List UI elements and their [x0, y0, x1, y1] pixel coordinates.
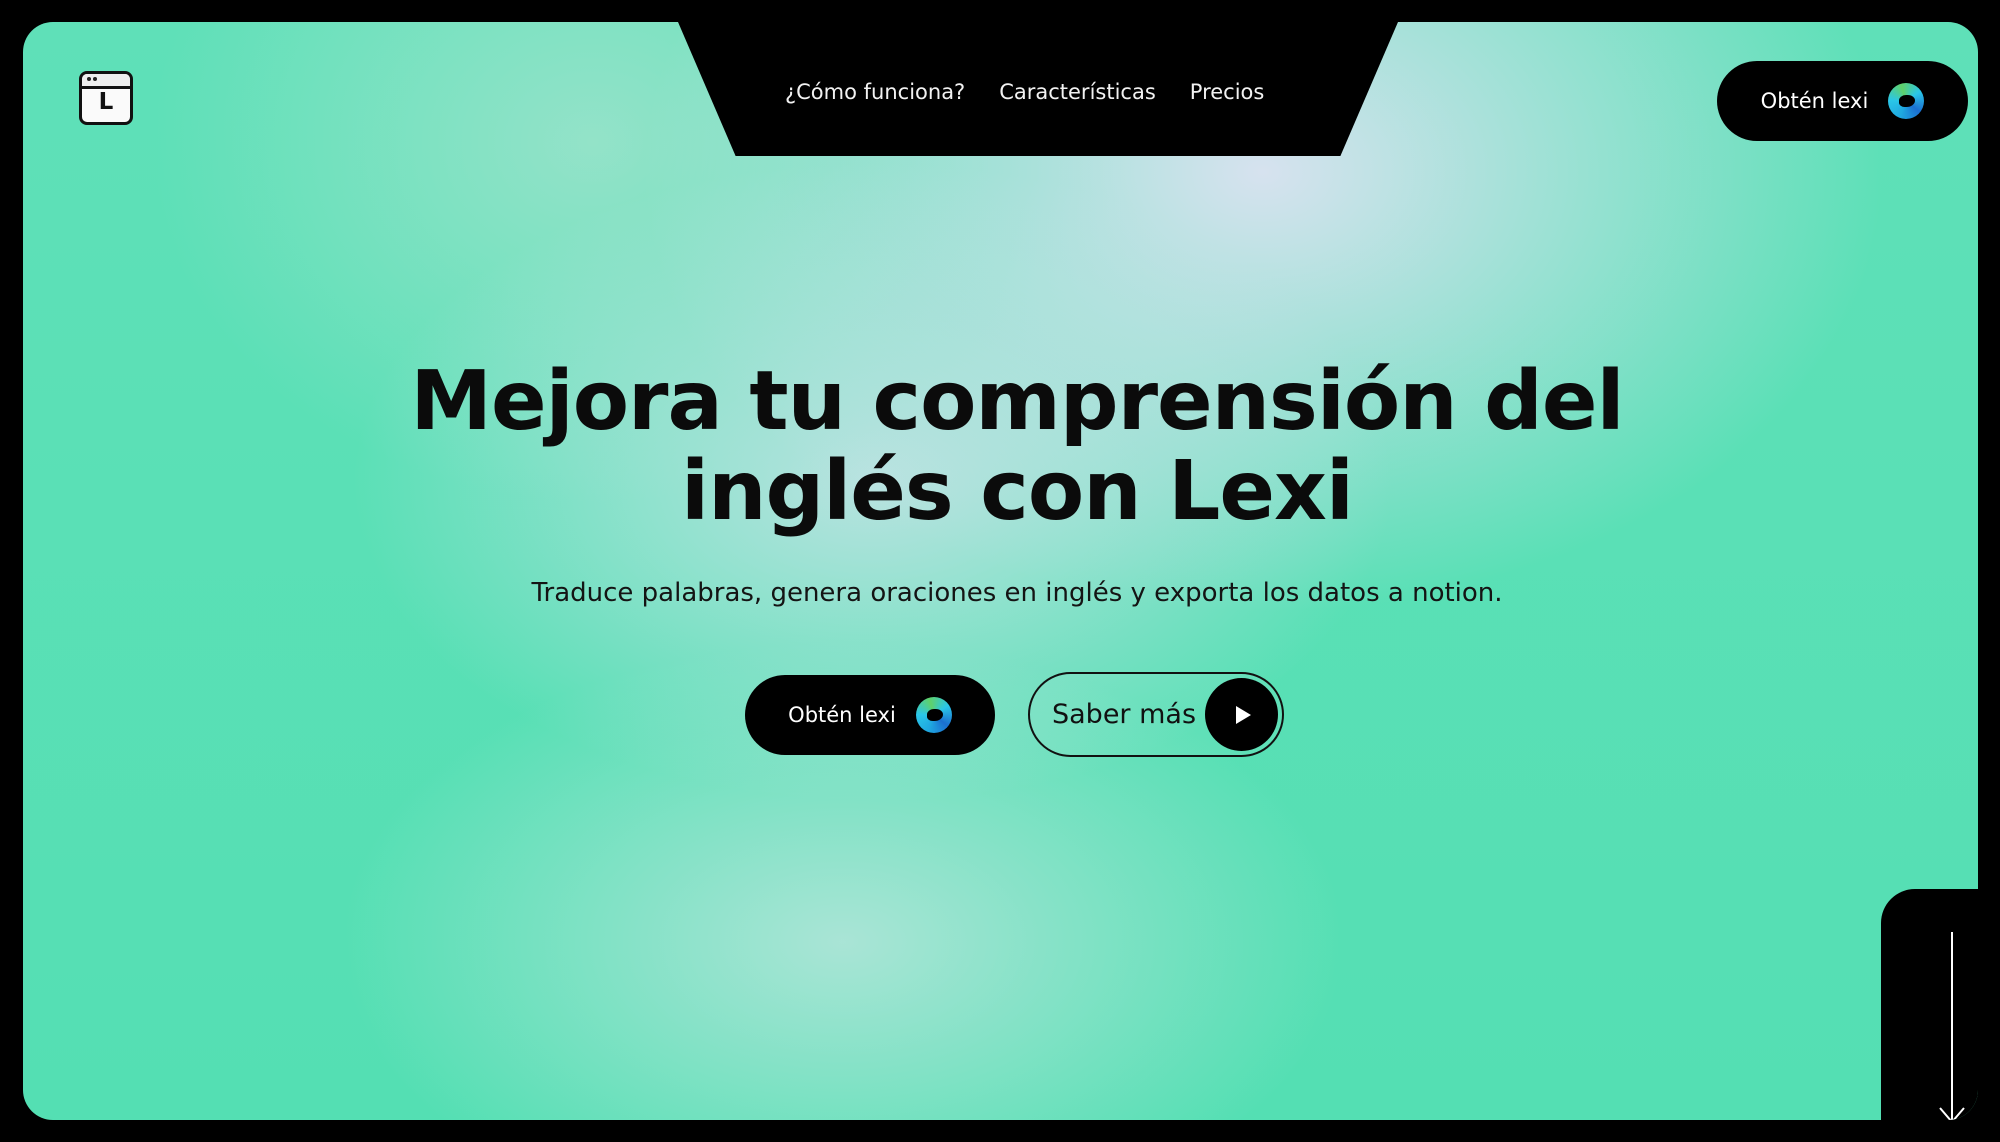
learn-more-button[interactable]: Saber más [1028, 672, 1284, 757]
nav-item-como-funciona[interactable]: ¿Cómo funciona? [785, 80, 965, 104]
hero-headline-line-2: inglés con Lexi [681, 444, 1354, 539]
hero-get-lexi-label: Obtén lexi [788, 703, 896, 727]
nav-item-caracteristicas[interactable]: Características [999, 80, 1156, 104]
logo-window-bar [82, 74, 130, 89]
logo-dot [93, 77, 97, 81]
logo-letter: L [98, 89, 114, 115]
edge-browser-icon [1888, 83, 1925, 119]
page-frame: L ¿Cómo funciona? Características Precio… [0, 0, 2000, 1142]
hero-headline: Mejora tu comprensión del inglés con Lex… [23, 357, 1978, 537]
learn-more-label: Saber más [1052, 699, 1197, 730]
play-icon [1205, 678, 1278, 751]
logo-dot [87, 77, 91, 81]
edge-browser-icon [915, 697, 952, 733]
main-nav: ¿Cómo funciona? Características Precios [785, 80, 1264, 104]
hero-section: L ¿Cómo funciona? Características Precio… [23, 22, 1978, 1120]
hero-get-lexi-button[interactable]: Obtén lexi [745, 675, 995, 755]
play-triangle [1236, 705, 1251, 724]
nav-item-precios[interactable]: Precios [1190, 80, 1265, 104]
header-get-lexi-label: Obtén lexi [1760, 89, 1869, 113]
hero-headline-line-1: Mejora tu comprensión del [410, 354, 1624, 449]
hero-subtitle: Traduce palabras, genera oraciones en in… [531, 578, 1503, 608]
arrow-down-icon[interactable] [1934, 930, 1970, 1120]
lexi-logo[interactable]: L [79, 71, 133, 125]
header-get-lexi-button[interactable]: Obtén lexi [1717, 61, 1968, 141]
